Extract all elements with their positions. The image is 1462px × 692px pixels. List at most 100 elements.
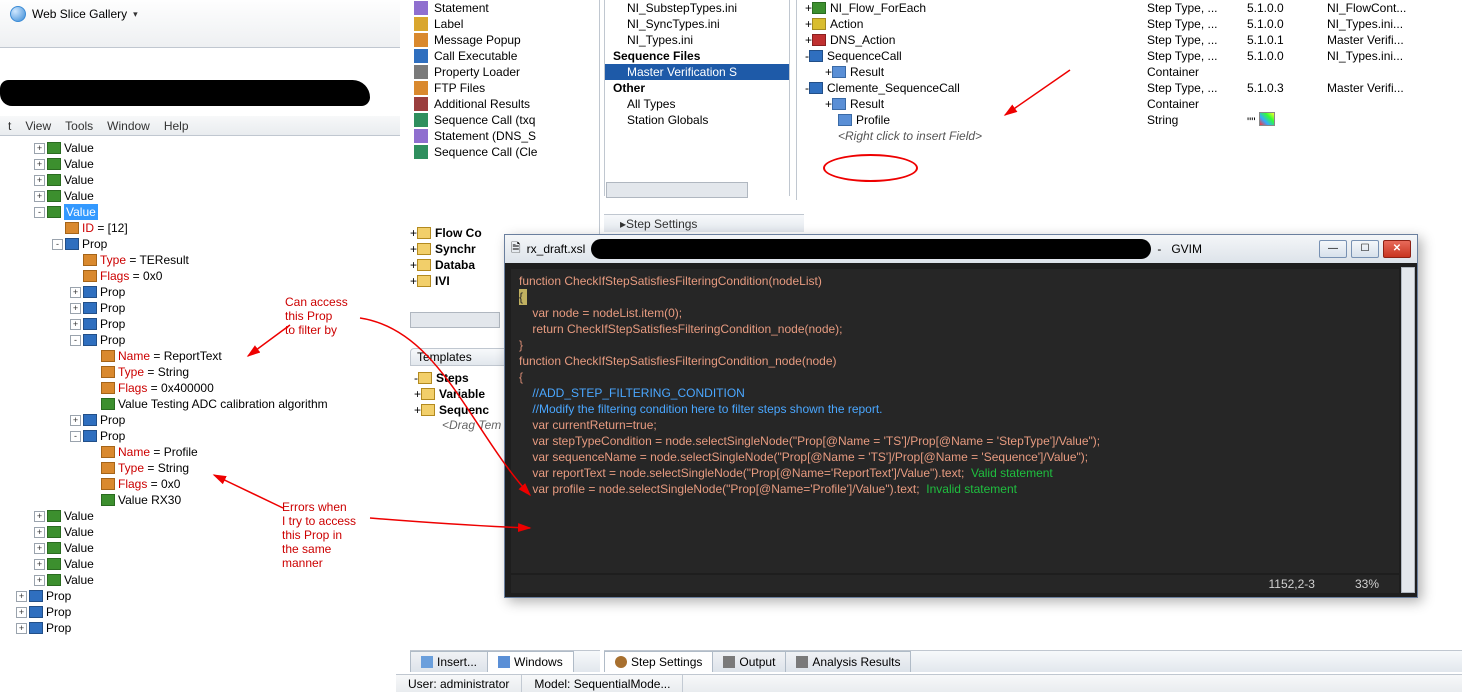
expander-icon[interactable]: + bbox=[34, 575, 45, 586]
gvim-code-area[interactable]: function CheckIfStepSatisfiesFilteringCo… bbox=[511, 269, 1399, 573]
expander-icon[interactable]: - bbox=[70, 335, 81, 346]
grid-row[interactable]: +ResultContainer bbox=[797, 96, 1462, 112]
steptype-item[interactable]: Label bbox=[410, 16, 599, 32]
tab-step-settings[interactable]: Step Settings bbox=[604, 651, 713, 672]
close-button[interactable]: ✕ bbox=[1383, 240, 1411, 258]
expander-icon[interactable]: + bbox=[16, 623, 27, 634]
tree-row[interactable]: +Prop bbox=[4, 604, 399, 620]
tree-row[interactable]: Name = ReportText bbox=[4, 348, 399, 364]
expander-icon[interactable]: + bbox=[410, 242, 417, 256]
tree-row[interactable]: Flags = 0x0 bbox=[4, 268, 399, 284]
type-file[interactable]: All Types bbox=[605, 96, 789, 112]
tree-row[interactable]: -Value bbox=[4, 204, 399, 220]
type-file-selected[interactable]: Master Verification S bbox=[605, 64, 789, 80]
expander-icon[interactable]: - bbox=[52, 239, 63, 250]
types-panel[interactable]: NI_SubstepTypes.iniNI_SyncTypes.iniNI_Ty… bbox=[604, 0, 790, 196]
tab-windows[interactable]: Windows bbox=[487, 651, 574, 672]
tree-row[interactable]: +Value bbox=[4, 172, 399, 188]
scrollbar-horizontal[interactable] bbox=[606, 182, 748, 198]
steptype-item[interactable]: Sequence Call (Cle bbox=[410, 144, 599, 160]
steptype-item[interactable]: Message Popup bbox=[410, 32, 599, 48]
tree-row[interactable]: +Value bbox=[4, 188, 399, 204]
grid-row[interactable]: +ActionStep Type, ...5.1.0.0NI_Types.ini… bbox=[797, 16, 1462, 32]
steptype-item[interactable]: Property Loader bbox=[410, 64, 599, 80]
steptype-item[interactable]: Additional Results bbox=[410, 96, 599, 112]
tree-row[interactable]: Type = String bbox=[4, 460, 399, 476]
expander-icon[interactable]: + bbox=[410, 258, 417, 272]
tree-row[interactable]: Type = TEResult bbox=[4, 252, 399, 268]
expander-icon[interactable]: + bbox=[825, 65, 832, 79]
value-editor-icon[interactable] bbox=[1259, 112, 1275, 126]
tree-row[interactable]: +Value bbox=[4, 572, 399, 588]
expander-icon[interactable]: + bbox=[34, 175, 45, 186]
tree-row[interactable]: +Prop bbox=[4, 588, 399, 604]
tree-row[interactable]: ID = [12] bbox=[4, 220, 399, 236]
tree-row[interactable]: +Value bbox=[4, 140, 399, 156]
steptype-item[interactable]: Sequence Call (txq bbox=[410, 112, 599, 128]
tree-row[interactable]: Flags = 0x0 bbox=[4, 476, 399, 492]
grid-row[interactable]: +DNS_ActionStep Type, ...5.1.0.1Master V… bbox=[797, 32, 1462, 48]
steptype-item[interactable]: Statement (DNS_S bbox=[410, 128, 599, 144]
expander-icon[interactable]: + bbox=[414, 387, 421, 401]
tab-output[interactable]: Output bbox=[712, 651, 786, 672]
steptype-item[interactable]: Statement bbox=[410, 0, 599, 16]
tree-row[interactable]: +Prop bbox=[4, 412, 399, 428]
maximize-button[interactable]: ☐ bbox=[1351, 240, 1379, 258]
expander-icon[interactable]: + bbox=[16, 607, 27, 618]
grid-row[interactable]: -SequenceCallStep Type, ...5.1.0.0NI_Typ… bbox=[797, 48, 1462, 64]
expander-icon[interactable]: + bbox=[70, 319, 81, 330]
expander-icon[interactable]: - bbox=[70, 431, 81, 442]
scrollbar-horizontal[interactable] bbox=[410, 312, 500, 328]
type-file[interactable]: NI_SyncTypes.ini bbox=[605, 16, 789, 32]
expander-icon[interactable]: + bbox=[34, 527, 45, 538]
tree-row[interactable]: Flags = 0x400000 bbox=[4, 380, 399, 396]
grid-row[interactable]: ProfileString"" bbox=[797, 112, 1462, 128]
grid-row[interactable]: -Clemente_SequenceCallStep Type, ...5.1.… bbox=[797, 80, 1462, 96]
left-xml-tree[interactable]: +Value+Value+Value+Value-ValueID = [12]-… bbox=[4, 140, 399, 692]
tree-row[interactable]: -Prop bbox=[4, 236, 399, 252]
expander-icon[interactable]: + bbox=[70, 303, 81, 314]
tab-analysis-results[interactable]: Analysis Results bbox=[785, 651, 911, 672]
grid-row[interactable]: +ResultContainer bbox=[797, 64, 1462, 80]
expander-icon[interactable]: + bbox=[70, 287, 81, 298]
expander-icon[interactable]: + bbox=[805, 1, 812, 15]
menu-tools[interactable]: Tools bbox=[65, 119, 93, 133]
tree-row[interactable]: Value Testing ADC calibration algorithm bbox=[4, 396, 399, 412]
tree-row[interactable]: Type = String bbox=[4, 364, 399, 380]
expander-icon[interactable]: + bbox=[34, 159, 45, 170]
expander-icon[interactable]: - bbox=[34, 207, 45, 218]
expander-icon[interactable]: + bbox=[414, 403, 421, 417]
expander-icon[interactable]: + bbox=[410, 274, 417, 288]
minimize-button[interactable]: — bbox=[1319, 240, 1347, 258]
menu-help[interactable]: Help bbox=[164, 119, 189, 133]
steptype-item[interactable]: FTP Files bbox=[410, 80, 599, 96]
tree-row[interactable]: +Value bbox=[4, 156, 399, 172]
tree-row[interactable]: Name = Profile bbox=[4, 444, 399, 460]
expander-icon[interactable]: + bbox=[70, 415, 81, 426]
expander-icon[interactable]: + bbox=[34, 559, 45, 570]
expander-icon[interactable]: + bbox=[34, 511, 45, 522]
expander-icon[interactable]: + bbox=[410, 226, 417, 240]
type-file[interactable]: Station Globals bbox=[605, 112, 789, 128]
scrollbar-vertical[interactable] bbox=[1401, 267, 1415, 593]
type-file[interactable]: NI_Types.ini bbox=[605, 32, 789, 48]
expander-icon[interactable]: + bbox=[34, 191, 45, 202]
expander-icon[interactable]: + bbox=[825, 97, 832, 111]
tree-row[interactable]: -Prop bbox=[4, 428, 399, 444]
expander-icon[interactable]: + bbox=[16, 591, 27, 602]
expander-icon[interactable]: + bbox=[805, 17, 812, 31]
type-file[interactable]: NI_SubstepTypes.ini bbox=[605, 0, 789, 16]
expander-icon[interactable]: + bbox=[805, 33, 812, 47]
expander-icon[interactable]: + bbox=[34, 143, 45, 154]
menu-window[interactable]: Window bbox=[107, 119, 150, 133]
steptype-item[interactable]: Call Executable bbox=[410, 48, 599, 64]
tab-insert-[interactable]: Insert... bbox=[410, 651, 488, 672]
gvim-titlebar[interactable]: 🗎 rx_draft.xsl - GVIM — ☐ ✕ bbox=[505, 235, 1417, 263]
web-slice-gallery[interactable]: Web Slice Gallery ▾ bbox=[0, 0, 400, 28]
grid-row[interactable]: <Right click to insert Field> bbox=[797, 128, 1462, 144]
menu-view[interactable]: View bbox=[25, 119, 51, 133]
expander-icon[interactable]: + bbox=[34, 543, 45, 554]
grid-row[interactable]: +NI_Flow_ForEachStep Type, ...5.1.0.0NI_… bbox=[797, 0, 1462, 16]
menu-t[interactable]: t bbox=[8, 119, 11, 133]
tree-row[interactable]: +Prop bbox=[4, 620, 399, 636]
